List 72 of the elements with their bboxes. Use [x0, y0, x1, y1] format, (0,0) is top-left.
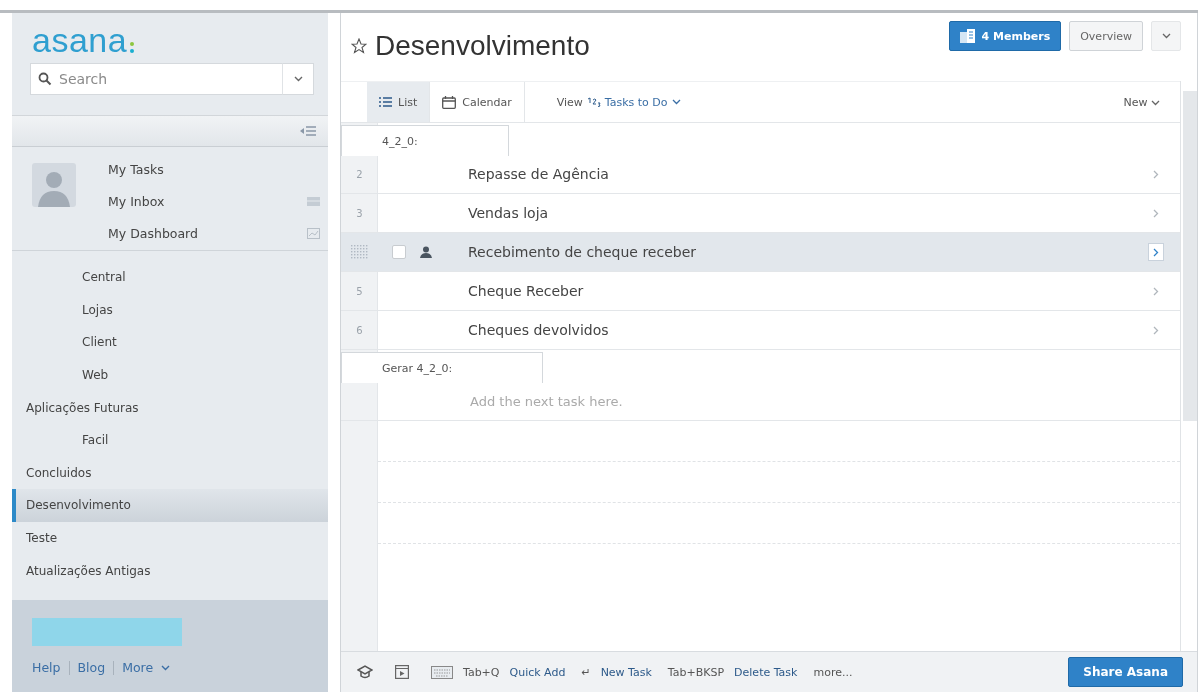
graduation-cap-icon[interactable] [357, 664, 373, 680]
chevron-down-icon[interactable] [161, 664, 171, 671]
shortcut-action: Delete Task [734, 665, 798, 679]
view-tab[interactable]: List [367, 82, 431, 122]
inbox-icon [307, 196, 320, 206]
filter-dropdown[interactable]: Tasks to Do [582, 95, 685, 109]
row-number: 3 [356, 207, 363, 219]
calendar-icon [442, 95, 457, 109]
chevron-right-icon[interactable] [1148, 243, 1164, 261]
scrollbar-thumb[interactable] [1183, 91, 1197, 421]
task-row[interactable]: Recebimento de cheque receber [341, 233, 1180, 272]
project-item[interactable]: Desenvolvimento [12, 489, 328, 522]
nav-link[interactable]: My Dashboard [108, 225, 198, 241]
project-item[interactable]: Client [12, 326, 328, 359]
menu-caret-button[interactable] [1151, 21, 1181, 51]
shortcut-key: Tab+BKSP [667, 665, 725, 679]
sort-icon [586, 97, 601, 107]
chart-icon [307, 227, 320, 239]
new-task-field[interactable]: Add the next task here. [468, 392, 1180, 410]
project-item[interactable]: Aplicações Futuras [12, 391, 328, 424]
footer-link[interactable]: Blog [77, 660, 106, 675]
footer-link[interactable]: More [122, 660, 154, 675]
overview-button[interactable]: Overview [1069, 21, 1143, 51]
star-icon[interactable] [351, 38, 367, 54]
task-row[interactable]: 5 Cheque Receber [341, 272, 1180, 311]
task-title: Cheques devolvidos [468, 322, 609, 338]
task-title: Repasse de Agência [468, 166, 609, 182]
row-number: 2 [356, 168, 363, 180]
avatar-icon[interactable] [32, 163, 76, 207]
task-row[interactable]: 2 Repasse de Agência [341, 155, 1180, 194]
dropdown-caret-icon[interactable] [293, 76, 303, 82]
nav-link[interactable]: My Inbox [108, 193, 165, 209]
view-label: View [556, 95, 583, 109]
shortcut-key: Tab+Q [463, 665, 500, 679]
list-icon [379, 97, 392, 107]
row-number: 6 [356, 324, 363, 336]
caret-icon [1161, 33, 1171, 39]
building-icon [959, 29, 976, 43]
project-item[interactable]: Facil [12, 423, 328, 457]
new-dropdown[interactable]: New [1117, 94, 1166, 110]
shortcut-action: New Task [600, 665, 652, 679]
collapse-sidebar-icon[interactable] [300, 126, 316, 136]
project-title: Desenvolvimento [375, 30, 590, 62]
project-item[interactable]: Teste [12, 521, 328, 555]
shortcut-action: Quick Add [509, 665, 566, 679]
project-item[interactable]: Central [12, 261, 328, 294]
search-field[interactable]: Search [30, 63, 282, 95]
nav-link[interactable]: My Tasks [108, 161, 164, 177]
caret-icon [671, 99, 681, 105]
share-button[interactable]: Share Asana [1068, 657, 1183, 687]
task-title: Recebimento de cheque receber [468, 244, 696, 260]
project-item[interactable]: Web [12, 358, 328, 392]
asana-logo: asana [12, 11, 136, 55]
task-row[interactable]: 6 Cheques devolvidos [341, 311, 1180, 350]
section-header[interactable]: Gerar 4_2_0: [341, 352, 544, 383]
project-item[interactable]: Lojas [12, 293, 328, 327]
shortcut-key: ↵ [581, 665, 591, 679]
task-title: Vendas loja [468, 205, 549, 221]
keyboard-icon [431, 665, 453, 679]
footer-link[interactable]: Help [32, 660, 61, 675]
task-title: Cheque Receber [468, 283, 584, 299]
row-number: 5 [356, 285, 363, 297]
project-item[interactable]: Concluidos [12, 456, 328, 490]
video-icon[interactable] [395, 665, 409, 679]
caret-icon [1151, 99, 1160, 106]
more-link[interactable]: more... [813, 665, 853, 679]
drag-handle-icon[interactable] [349, 243, 370, 261]
section-header[interactable]: 4_2_0: [341, 125, 509, 156]
members-button[interactable]: 4 Members [948, 21, 1062, 51]
project-item[interactable]: Atualizações Antigas [12, 554, 328, 587]
assignee-icon[interactable] [420, 246, 432, 258]
task-checkbox[interactable] [392, 245, 406, 259]
